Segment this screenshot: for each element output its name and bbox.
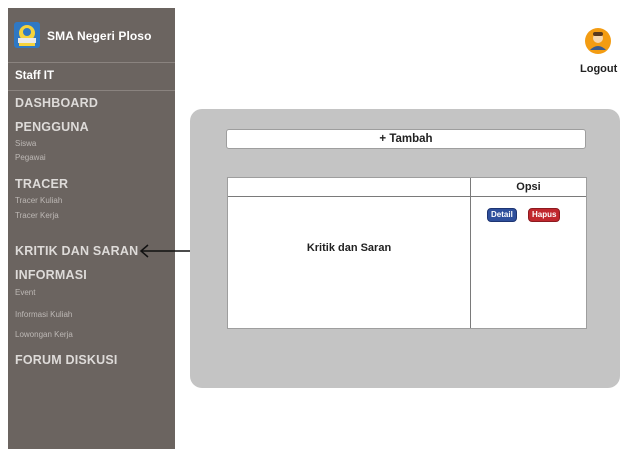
- logout-button[interactable]: Logout: [580, 63, 617, 75]
- nav-dashboard[interactable]: DASHBOARD: [15, 96, 98, 110]
- content-panel: + Tambah Opsi Kritik dan Saran Detail Ha…: [190, 109, 620, 388]
- add-button[interactable]: + Tambah: [226, 129, 586, 149]
- nav-pengguna[interactable]: PENGGUNA: [15, 120, 89, 134]
- nav-item-tracer-kuliah[interactable]: Tracer Kuliah: [15, 196, 62, 205]
- nav-item-tracer-kerja[interactable]: Tracer Kerja: [15, 211, 59, 220]
- hapus-button[interactable]: Hapus: [528, 208, 561, 222]
- brand-header[interactable]: SMA Negeri Ploso: [8, 8, 175, 63]
- table-cell-text: Kritik dan Saran: [306, 242, 392, 254]
- role-label: Staff IT: [15, 70, 54, 82]
- sidebar: SMA Negeri Ploso Staff IT DASHBOARD PENG…: [8, 8, 175, 449]
- nav-item-pegawai[interactable]: Pegawai: [15, 153, 46, 162]
- nav-forum-diskusi[interactable]: FORUM DISKUSI: [15, 353, 118, 367]
- nav-kritik-saran[interactable]: KRITIK DAN SARAN: [15, 244, 138, 258]
- nav-item-informasi-kuliah[interactable]: Informasi Kuliah: [15, 310, 72, 319]
- user-avatar-icon[interactable]: [584, 27, 612, 55]
- table-header: Opsi: [228, 178, 586, 197]
- data-table: Opsi Kritik dan Saran Detail Hapus: [227, 177, 587, 329]
- nav-item-siswa[interactable]: Siswa: [15, 139, 36, 148]
- nav-tracer[interactable]: TRACER: [15, 177, 68, 191]
- nav-item-event[interactable]: Event: [15, 288, 35, 297]
- school-logo-icon: [14, 22, 40, 48]
- nav-item-lowongan-kerja[interactable]: Lowongan Kerja: [15, 330, 73, 339]
- column-divider: [470, 178, 471, 328]
- user-role: Staff IT: [8, 62, 175, 91]
- brand-name: SMA Negeri Ploso: [47, 29, 152, 43]
- arrow-left-icon: [139, 244, 192, 258]
- detail-button[interactable]: Detail: [487, 208, 517, 222]
- nav-informasi[interactable]: INFORMASI: [15, 268, 87, 282]
- opsi-column-header: Opsi: [516, 181, 541, 193]
